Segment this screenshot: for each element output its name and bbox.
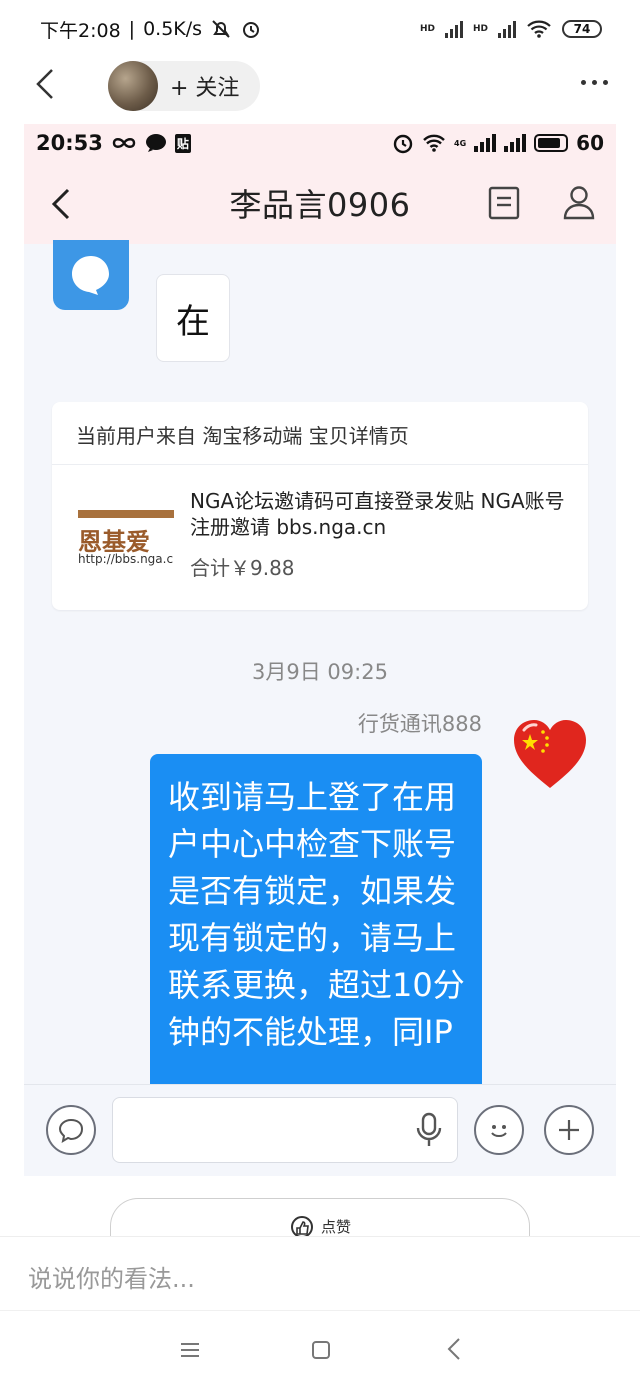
alarm-icon	[243, 22, 260, 38]
comment-placeholder: 说说你的看法...	[28, 1265, 195, 1293]
system-back-icon[interactable]	[446, 1337, 462, 1361]
more-options-icon[interactable]	[581, 80, 608, 85]
tieba-icon: 贴	[174, 133, 191, 153]
comment-bar[interactable]: 说说你的看法...	[0, 1236, 640, 1310]
reply-message-bubble[interactable]: 收到请马上登了在用户中心中检查下账号是否有锁定，如果发现有锁定的，请马上联系更换…	[150, 754, 482, 1084]
thumbnail-bar	[78, 510, 174, 518]
signal-icon	[444, 20, 463, 38]
product-name: NGA论坛邀请码可直接登录发贴 NGA账号注册邀请 bbs.nga.cn	[190, 489, 565, 539]
document-icon[interactable]	[488, 186, 520, 220]
product-source: 当前用户来自 淘宝移动端 宝贝详情页	[76, 424, 409, 448]
chat-drop-icon	[72, 256, 109, 295]
sender-name: 行货通讯888	[357, 712, 482, 736]
outer-status-left: 下午2:08 | 0.5K/s	[40, 16, 262, 43]
back-arrow-icon[interactable]	[30, 64, 60, 104]
follow-label: + 关注	[170, 76, 240, 101]
inner-status-time: 20:53	[36, 131, 103, 155]
inner-status-bar: 20:53 贴 4G 60	[24, 124, 616, 162]
message-bubble[interactable]: 在	[156, 274, 230, 362]
status-time: 下午2:08	[40, 19, 121, 42]
embedded-screenshot: 20:53 贴 4G 60 李品言0906 在 当前用户来自 淘宝移动端 宝贝详…	[24, 124, 616, 1176]
chat-input-bar	[24, 1084, 616, 1176]
menu-icon[interactable]	[180, 1341, 200, 1359]
like-label: 点赞	[320, 1218, 351, 1236]
plus-button[interactable]	[544, 1105, 594, 1155]
chat-header: 李品言0906	[24, 162, 616, 244]
chat-title: 李品言0906	[229, 186, 411, 224]
thumbnail-url: http://bbs.nga.c	[78, 552, 174, 566]
signal-icon-2	[498, 20, 516, 38]
speech-bubble-icon	[58, 1118, 84, 1143]
microphone-icon[interactable]	[415, 1112, 443, 1148]
contact-avatar[interactable]	[53, 240, 129, 310]
hd-label-2: HD	[472, 24, 488, 34]
quick-reply-button[interactable]	[46, 1105, 96, 1155]
network-type-label: 4G	[454, 138, 467, 148]
wifi-icon	[423, 134, 445, 152]
mute-bell-icon	[212, 20, 230, 38]
battery-icon	[534, 134, 569, 152]
thumbs-up-icon	[290, 1215, 313, 1238]
outer-nav-bar: + 关注	[0, 58, 640, 114]
person-icon[interactable]	[562, 184, 596, 220]
product-thumbnail[interactable]: 恩基爱 http://bbs.nga.c	[78, 510, 174, 586]
infinity-icon	[112, 138, 136, 148]
inner-status-right: 4G 60	[392, 131, 604, 155]
smiley-icon	[491, 1125, 507, 1137]
home-icon[interactable]	[312, 1341, 330, 1359]
plus-icon	[559, 1120, 579, 1140]
chat-bubble-icon	[145, 134, 166, 152]
emoji-button[interactable]	[474, 1105, 524, 1155]
inner-battery-level: 60	[576, 131, 604, 155]
signal-icon-2	[504, 134, 527, 152]
hd-label-1: HD	[419, 24, 435, 34]
message-input[interactable]	[112, 1097, 458, 1163]
inner-status-left: 20:53 贴	[36, 131, 191, 155]
author-avatar[interactable]	[108, 61, 158, 111]
chat-messages: 在 当前用户来自 淘宝移动端 宝贝详情页 恩基爱 http://bbs.nga.…	[24, 240, 616, 1084]
network-speed: 0.5K/s	[143, 18, 203, 40]
wifi-icon	[527, 20, 551, 38]
product-card[interactable]: 当前用户来自 淘宝移动端 宝贝详情页 恩基爱 http://bbs.nga.c …	[52, 402, 588, 610]
outer-status-right: HD HD 74	[420, 19, 602, 39]
chat-back-icon[interactable]	[48, 186, 74, 222]
divider	[52, 464, 588, 465]
follow-button[interactable]: + 关注	[108, 61, 260, 111]
battery-indicator: 74	[562, 20, 602, 38]
signal-icon	[474, 134, 497, 152]
system-nav-bar	[0, 1310, 640, 1386]
message-timestamp: 3月9日 09:25	[252, 660, 388, 684]
status-separator: |	[128, 18, 136, 40]
product-price: 合计￥9.88	[190, 556, 295, 580]
alarm-icon	[393, 134, 413, 154]
outer-status-bar: 下午2:08 | 0.5K/s HD HD 74	[0, 0, 640, 58]
reply-message-text: 收到请马上登了在用户中心中检查下账号是否有锁定，如果发现有锁定的，请马上联系更换…	[168, 778, 465, 1051]
heart-flag-avatar[interactable]	[510, 716, 590, 792]
